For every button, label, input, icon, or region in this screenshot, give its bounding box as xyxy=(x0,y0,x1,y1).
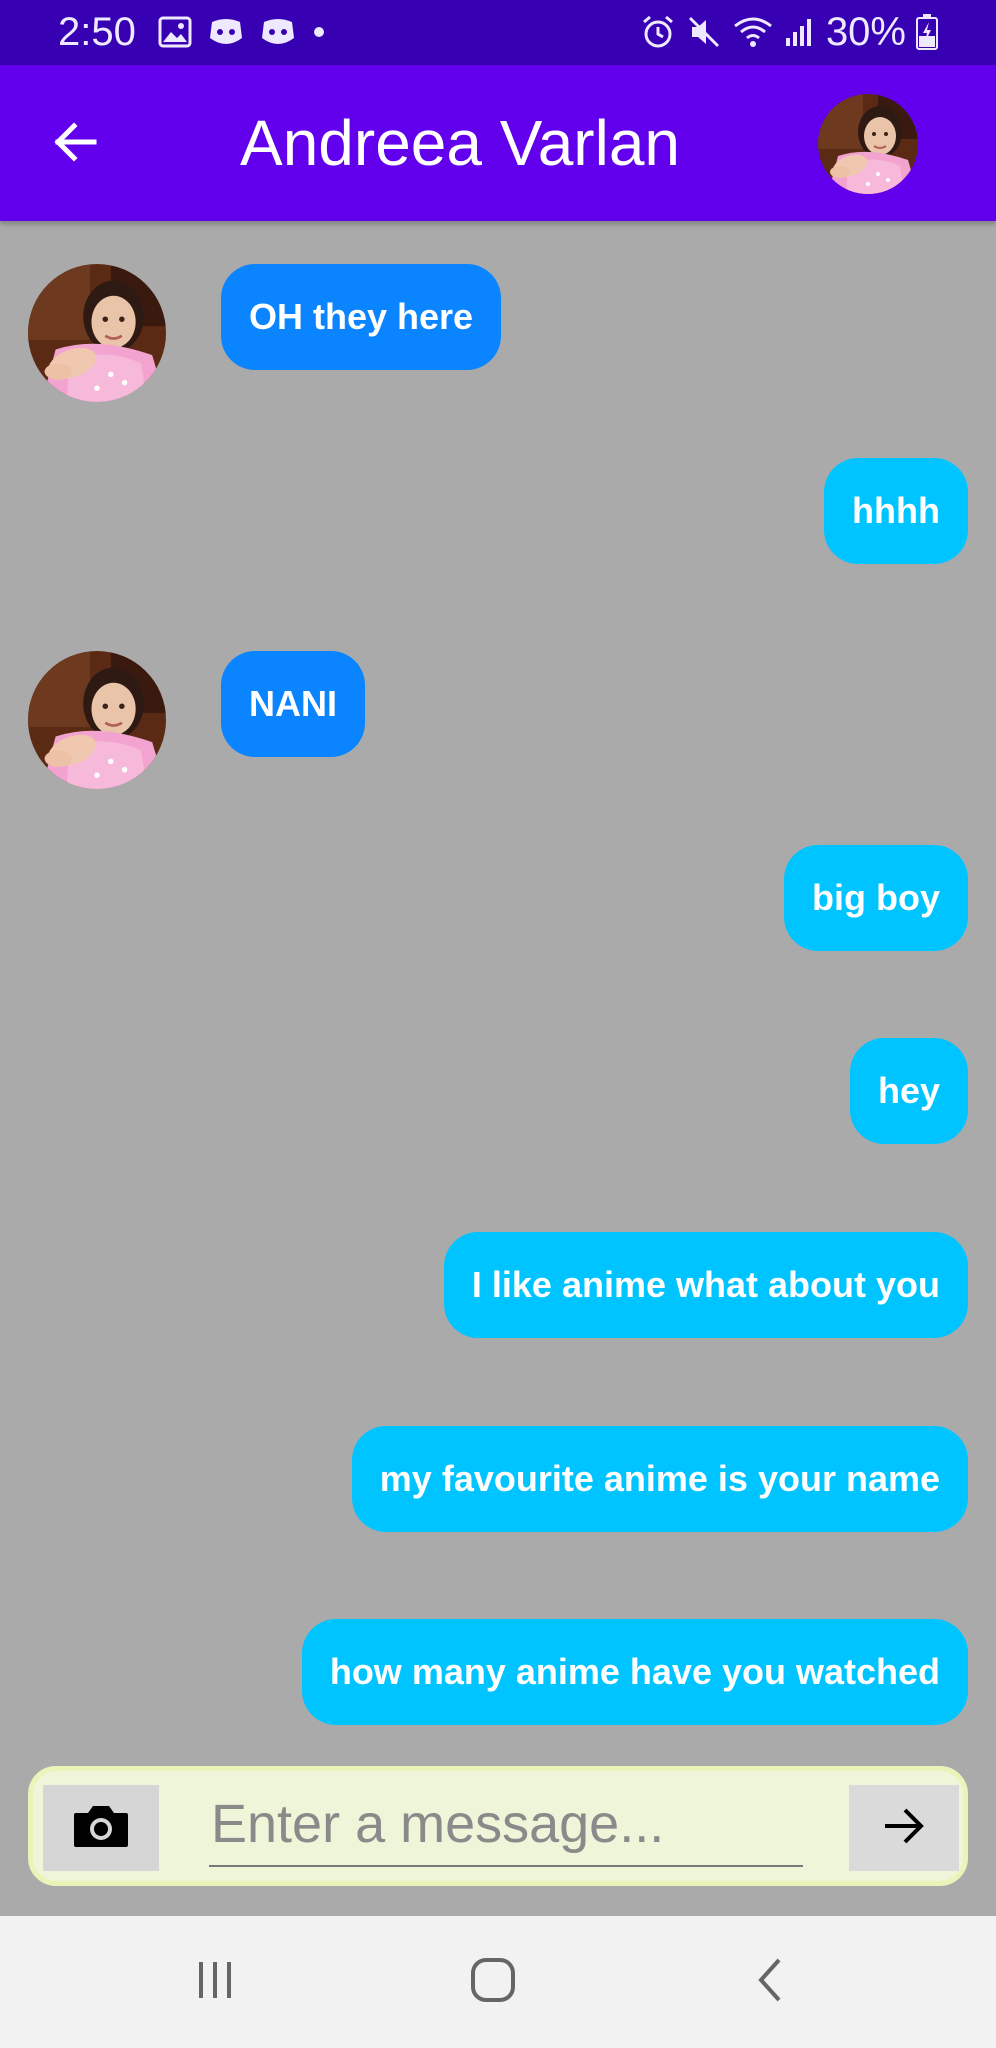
alarm-icon xyxy=(640,14,676,50)
status-time: 2:50 xyxy=(58,10,136,54)
status-notification-icons xyxy=(158,14,326,50)
sent-message-bubble[interactable]: big boy xyxy=(784,845,968,951)
battery-charging-icon xyxy=(916,14,938,50)
dot-icon xyxy=(312,25,326,39)
system-back-button[interactable] xyxy=(736,1952,806,2012)
discord-icon xyxy=(208,16,244,48)
arrow-forward-icon xyxy=(879,1801,929,1856)
message-input[interactable] xyxy=(209,1783,803,1867)
recent-apps-icon xyxy=(193,1958,237,2007)
battery-percent: 30% xyxy=(825,10,906,54)
contact-name: Andreea Varlan xyxy=(240,107,680,179)
sender-avatar xyxy=(28,264,166,402)
sent-message-bubble[interactable]: I like anime what about you xyxy=(443,1232,968,1338)
status-bar: 2:50 30% xyxy=(0,0,996,65)
sent-message-bubble[interactable]: hhhh xyxy=(824,458,968,564)
camera-icon xyxy=(72,1801,130,1856)
discord-icon xyxy=(260,16,296,48)
mute-icon xyxy=(686,14,722,50)
sender-avatar xyxy=(28,651,166,789)
contact-avatar[interactable] xyxy=(818,94,918,194)
home-icon xyxy=(469,1956,517,2009)
send-button[interactable] xyxy=(849,1785,959,1871)
back-icon xyxy=(749,1956,793,2009)
message-composer xyxy=(28,1766,968,1886)
message-list[interactable]: OH they here hhhh NANI big boy hey I lik… xyxy=(0,221,996,1916)
sent-message-bubble[interactable]: my favourite anime is your name xyxy=(351,1426,968,1532)
sent-message-bubble[interactable]: how many anime have you watched xyxy=(301,1619,968,1725)
home-button[interactable] xyxy=(458,1952,528,2012)
system-navigation-bar xyxy=(0,1916,996,2048)
received-message-bubble[interactable]: NANI xyxy=(221,651,365,757)
arrow-back-icon xyxy=(50,117,100,172)
signal-icon xyxy=(784,16,816,48)
status-system-icons: 30% xyxy=(640,10,938,54)
received-message-bubble[interactable]: OH they here xyxy=(221,264,502,370)
gallery-icon xyxy=(158,16,192,48)
app-bar: Andreea Varlan xyxy=(0,65,996,221)
recent-apps-button[interactable] xyxy=(180,1952,250,2012)
wifi-icon xyxy=(732,14,774,50)
camera-button[interactable] xyxy=(43,1785,159,1871)
back-button[interactable] xyxy=(40,109,110,179)
sent-message-bubble[interactable]: hey xyxy=(849,1038,968,1144)
